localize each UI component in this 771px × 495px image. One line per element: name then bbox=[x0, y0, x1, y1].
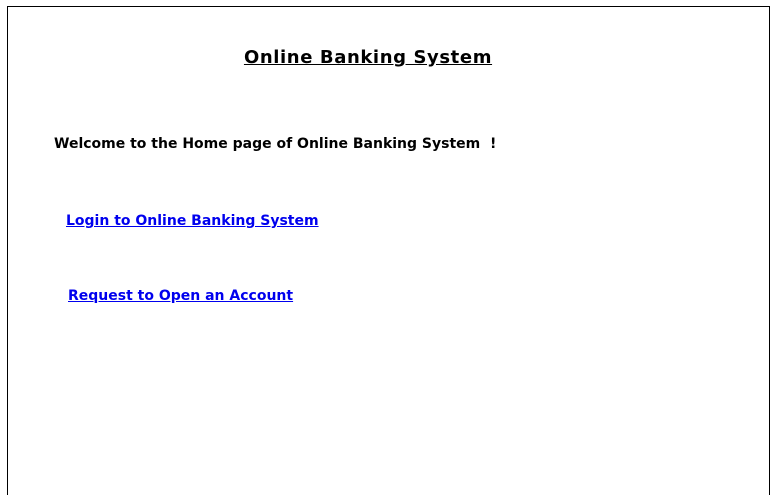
login-link[interactable]: Login to Online Banking System bbox=[66, 213, 319, 229]
welcome-message: Welcome to the Home page of Online Banki… bbox=[54, 136, 497, 152]
page-title: Online Banking System bbox=[243, 47, 493, 68]
request-account-link[interactable]: Request to Open an Account bbox=[68, 288, 293, 304]
page-frame: Online Banking System Welcome to the Hom… bbox=[7, 6, 770, 495]
